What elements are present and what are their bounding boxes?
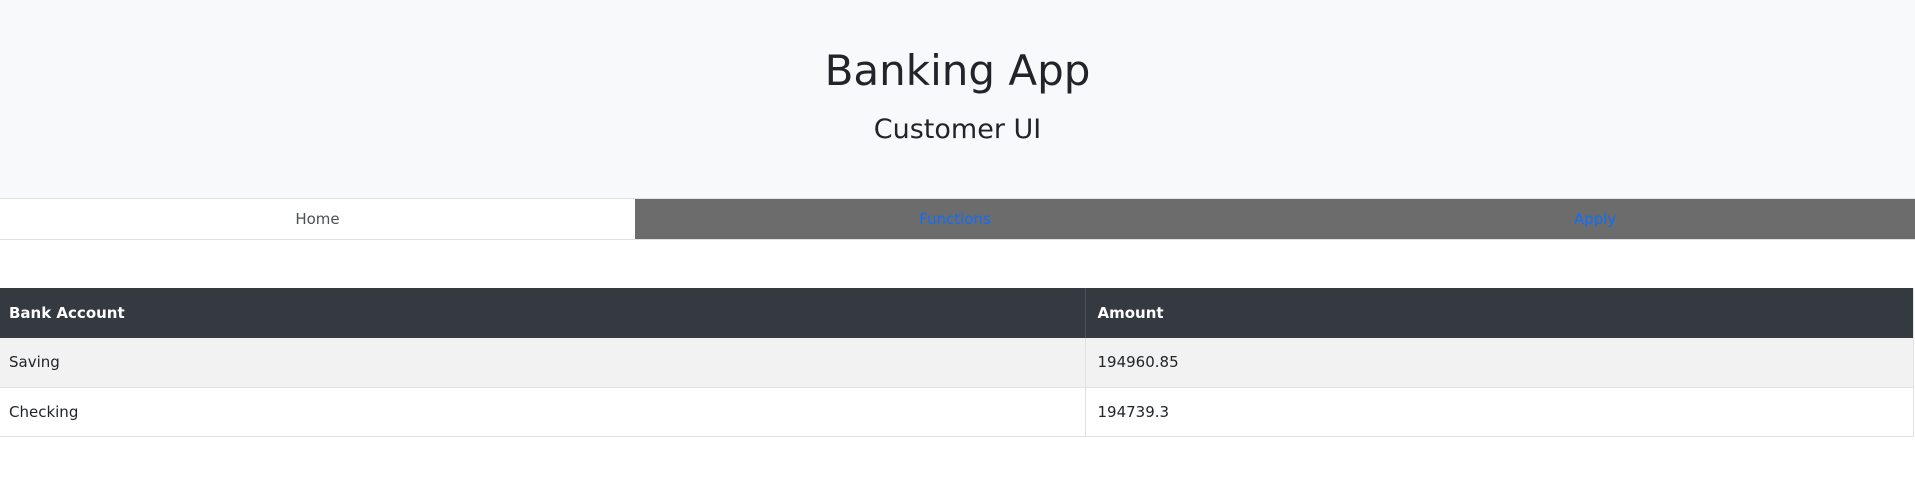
account-name-cell: Saving [0, 338, 1085, 388]
app-header: Banking App Customer UI [0, 0, 1915, 198]
app-subtitle: Customer UI [873, 114, 1042, 145]
account-amount-cell: 194739.3 [1084, 387, 1914, 437]
app-title: Banking App [824, 46, 1091, 95]
column-header-amount: Amount [1084, 288, 1914, 338]
accounts-table: Bank Account Amount Saving 194960.85 Che… [0, 288, 1914, 437]
account-amount-cell: 194960.85 [1084, 338, 1914, 388]
tab-apply[interactable]: Apply [1275, 199, 1915, 239]
main-nav: Home Functions Apply [0, 198, 1915, 240]
table-row: Saving 194960.85 [0, 338, 1914, 388]
column-header-bank-account: Bank Account [0, 288, 1085, 338]
table-header-row: Bank Account Amount [0, 288, 1914, 338]
table-row: Checking 194739.3 [0, 387, 1914, 437]
tab-home[interactable]: Home [0, 199, 635, 239]
tab-functions[interactable]: Functions [635, 199, 1275, 239]
account-name-cell: Checking [0, 387, 1085, 437]
page: Banking App Customer UI Home Functions A… [0, 0, 1915, 494]
